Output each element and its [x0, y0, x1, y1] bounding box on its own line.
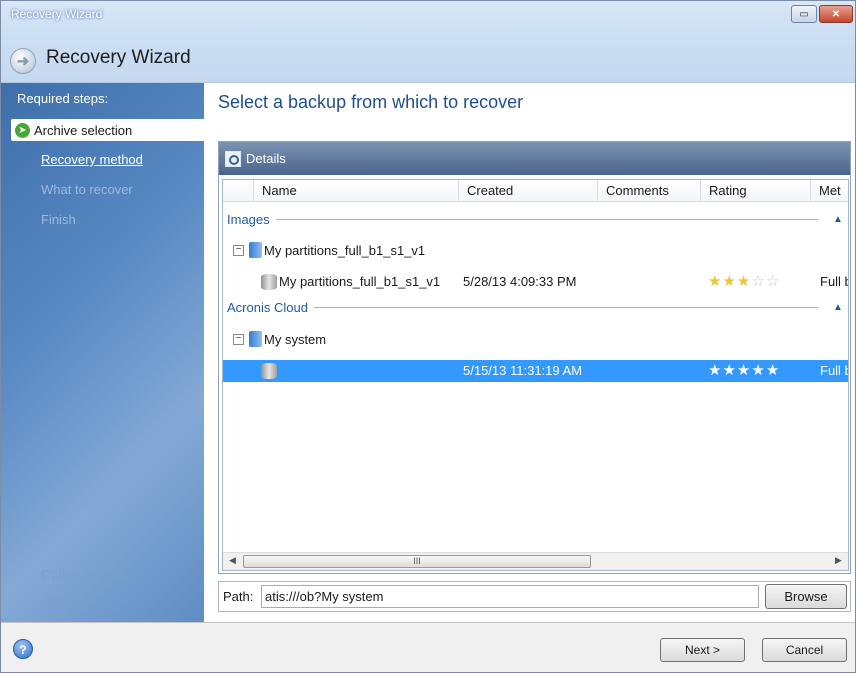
sidebar-item-label: Archive selection — [34, 122, 133, 138]
drive-icon — [249, 331, 262, 347]
star-icon: ★ — [751, 362, 766, 379]
backup-created: 5/28/13 4:09:33 PM — [463, 274, 577, 289]
rating-stars[interactable]: ★★★☆☆ — [708, 271, 780, 293]
details-title: Details — [246, 151, 286, 166]
star-empty-icon: ☆ — [751, 273, 766, 290]
page-title: Select a backup from which to recover — [218, 92, 524, 112]
cancel-button[interactable]: Cancel — [762, 638, 847, 662]
browse-button[interactable]: Browse — [765, 584, 847, 609]
drive-icon — [249, 242, 262, 258]
star-icon: ★ — [765, 362, 781, 379]
sidebar-item-recovery-method[interactable]: Recovery method — [41, 152, 143, 167]
close-button[interactable]: ✕ — [819, 5, 853, 23]
next-button[interactable]: Next > — [660, 638, 745, 662]
path-label: Path: — [223, 589, 254, 604]
window-caption: Recovery Wizard — [11, 7, 103, 21]
help-icon[interactable]: ? — [13, 639, 33, 659]
star-icon: ★ — [722, 362, 737, 379]
back-arrow-icon[interactable]: ➜ — [10, 48, 36, 74]
rating-stars[interactable]: ★★★★★ — [708, 360, 780, 382]
recovery-wizard-window: Recovery Wizard ▭ ✕ ➜ Recovery Wizard Re… — [0, 0, 856, 673]
minimize-button[interactable]: ▭ — [791, 5, 817, 23]
scrollbar-thumb[interactable]: III — [243, 555, 591, 568]
backup-name-cell: My partitions_full_b1_s1_v1 — [261, 271, 440, 293]
sidebar-item-what-to-recover: What to recover — [41, 182, 133, 197]
group-label: Images — [227, 211, 270, 227]
path-input[interactable]: atis:///ob?My system — [261, 585, 759, 608]
star-empty-icon: ☆ — [765, 273, 781, 290]
star-icon: ★ — [736, 362, 752, 379]
tree-node-label: My partitions_full_b1_s1_v1 — [264, 242, 426, 258]
path-bar: Path: atis:///ob?My system Browse — [218, 581, 851, 612]
tree-node-label: My system — [264, 331, 327, 347]
optional-steps-header: Optional steps: — [41, 567, 128, 582]
details-header: Details — [219, 142, 850, 175]
collapse-chevron-icon[interactable]: ▲ — [828, 214, 848, 225]
group-label: Acronis Cloud — [227, 299, 308, 315]
tree-node-my-system[interactable]: − My system — [233, 331, 326, 347]
backup-method: Full b — [820, 363, 849, 378]
backup-created: 5/15/13 11:31:19 AM — [463, 363, 583, 378]
tree-node-my-partitions[interactable]: − My partitions_full_b1_s1_v1 — [233, 242, 425, 258]
wizard-footer: ? Next > Cancel — [1, 622, 855, 672]
column-name[interactable]: Name — [253, 180, 458, 202]
steps-sidebar: Required steps: ➤ Archive selection Reco… — [1, 83, 204, 622]
window-controls: ▭ ✕ — [791, 5, 853, 23]
sidebar-item-options: Options — [41, 595, 86, 610]
star-icon: ★ — [722, 273, 737, 290]
sidebar-item-finish: Finish — [41, 212, 76, 227]
details-panel: Details Name Created Comments Rating Met… — [218, 141, 851, 574]
star-icon: ★ — [708, 273, 723, 290]
group-images[interactable]: Images ▲ — [223, 210, 848, 228]
column-method[interactable]: Met — [810, 180, 848, 202]
database-icon — [261, 274, 277, 290]
star-icon: ★ — [708, 362, 723, 379]
title-bar: Recovery Wizard ▭ ✕ ➜ Recovery Wizard — [1, 1, 855, 83]
star-icon: ★ — [736, 273, 752, 290]
backup-name-cell — [261, 360, 279, 382]
group-divider — [275, 218, 818, 220]
column-header: Name Created Comments Rating Met — [223, 180, 848, 202]
column-created[interactable]: Created — [458, 180, 597, 202]
backup-list: Name Created Comments Rating Met Images … — [222, 179, 849, 571]
group-acronis-cloud[interactable]: Acronis Cloud ▲ — [223, 298, 848, 316]
sidebar-item-archive-selection[interactable]: ➤ Archive selection — [11, 119, 204, 141]
collapse-toggle-icon[interactable]: − — [233, 333, 244, 345]
table-row[interactable]: My partitions_full_b1_s1_v1 5/28/13 4:09… — [223, 271, 848, 293]
column-rating[interactable]: Rating — [700, 180, 810, 202]
scroll-left-icon[interactable]: ◀ — [229, 555, 236, 566]
collapse-chevron-icon[interactable]: ▲ — [828, 302, 848, 313]
column-spacer — [223, 180, 253, 202]
group-divider — [313, 306, 818, 308]
database-icon — [261, 363, 277, 379]
horizontal-scrollbar[interactable]: ◀ III ▶ — [223, 552, 848, 570]
backup-method: Full b — [820, 274, 849, 289]
scroll-right-icon[interactable]: ▶ — [835, 555, 842, 566]
backup-name: My partitions_full_b1_s1_v1 — [279, 274, 441, 289]
column-comments[interactable]: Comments — [597, 180, 700, 202]
table-row-selected[interactable]: 5/15/13 11:31:19 AM ★★★★★ Full b — [223, 360, 848, 382]
collapse-toggle-icon[interactable]: − — [233, 244, 244, 256]
magnifier-icon — [225, 150, 241, 167]
wizard-heading: Recovery Wizard — [46, 47, 191, 68]
required-steps-header: Required steps: — [17, 91, 109, 106]
current-step-arrow-icon: ➤ — [15, 122, 30, 138]
